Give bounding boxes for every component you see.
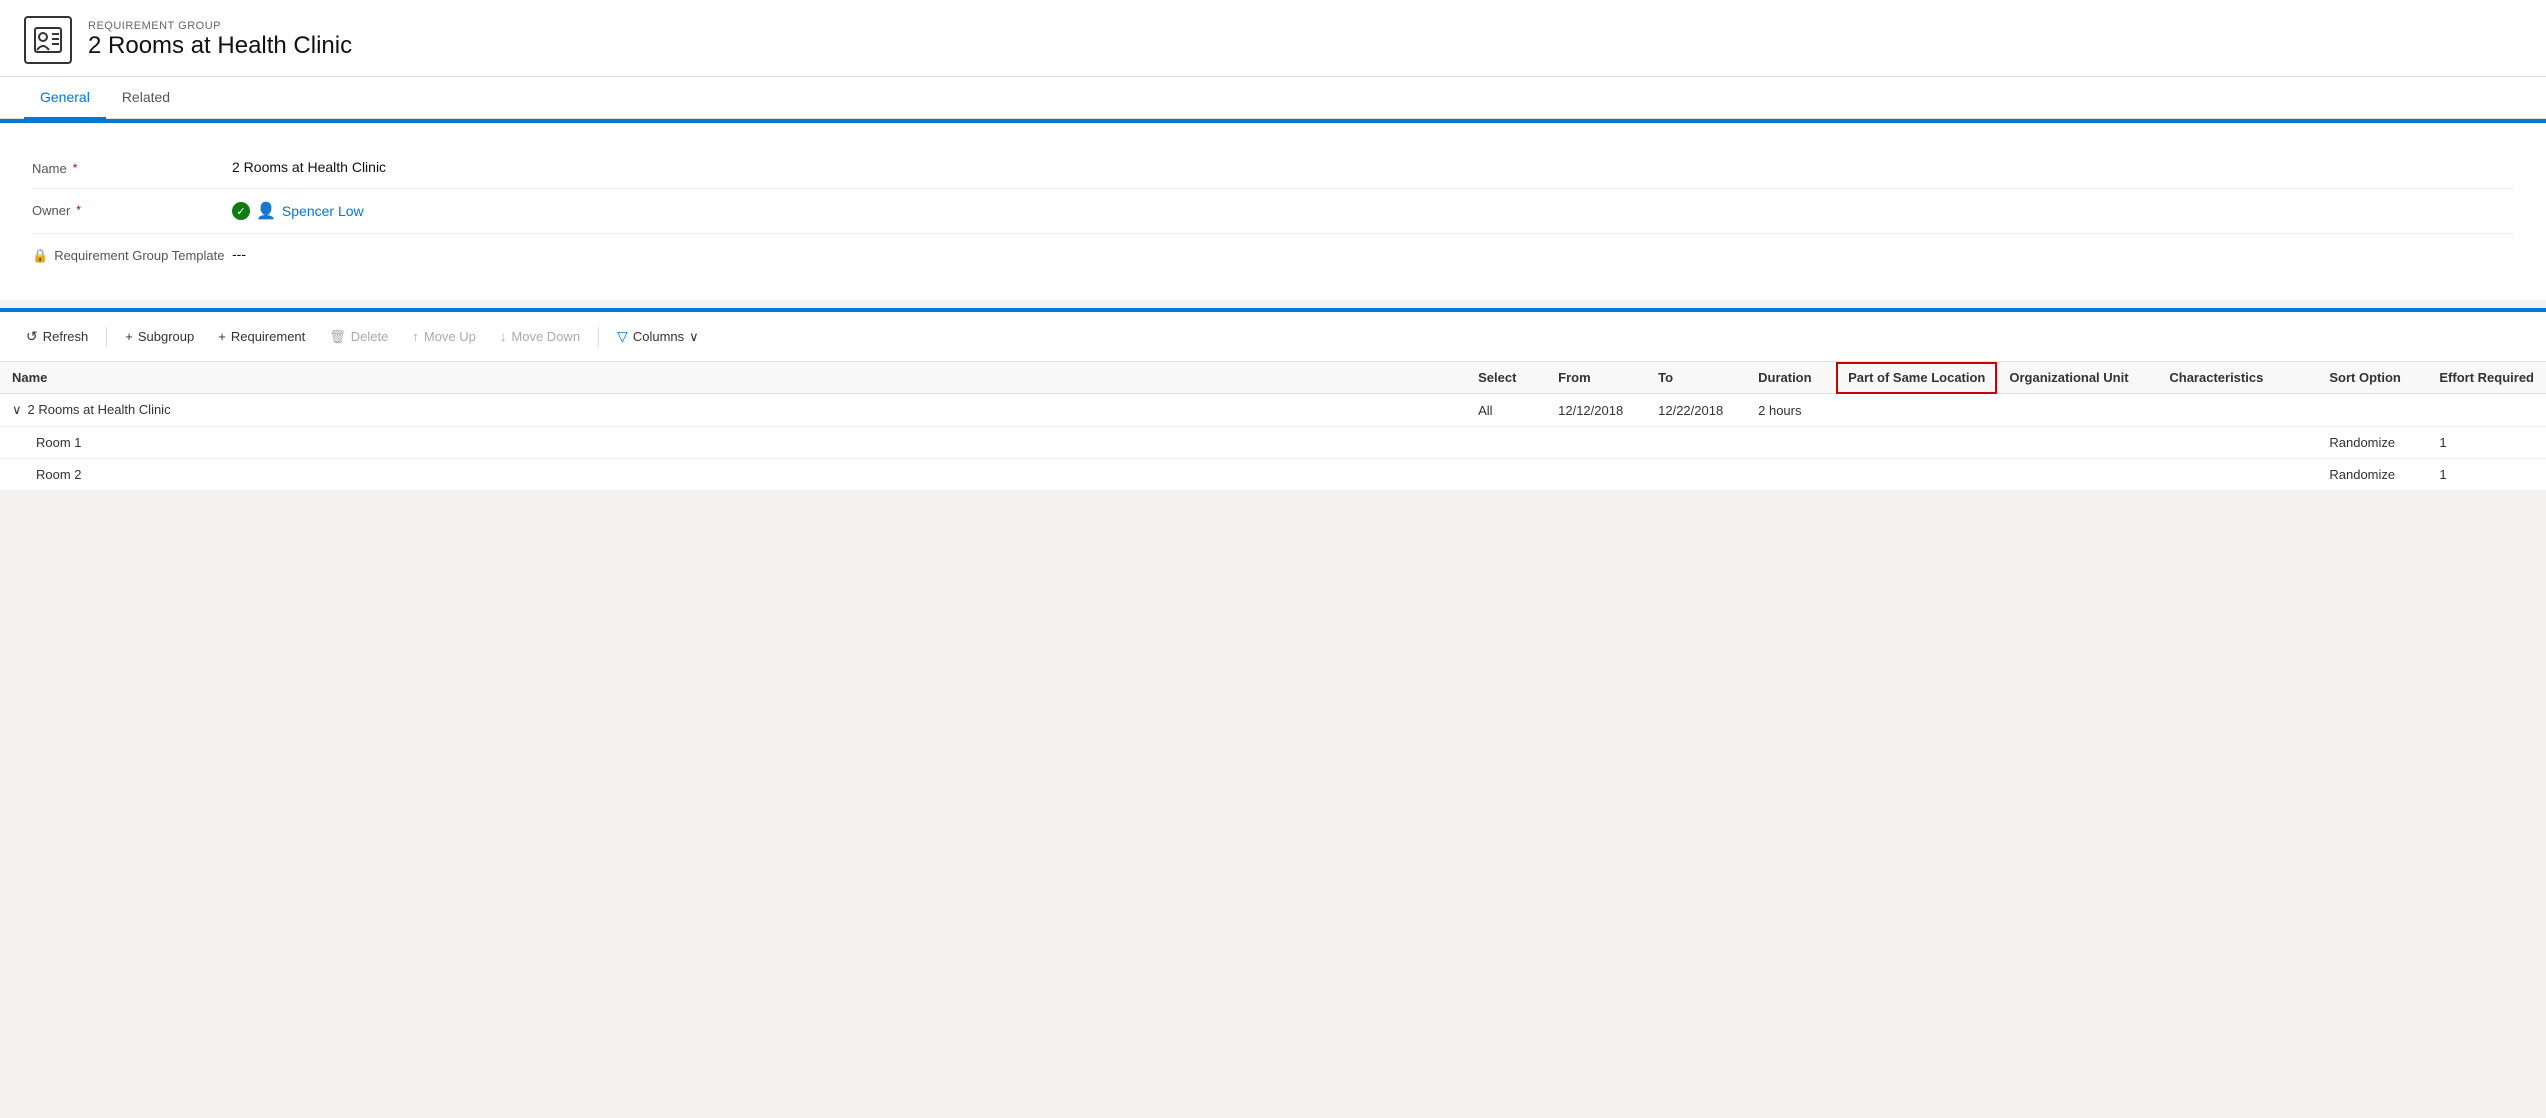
user-icon: 👤 (256, 201, 276, 221)
cell-effortrequired: 1 (2427, 427, 2546, 459)
col-header-from: From (1546, 362, 1646, 394)
col-header-select: Select (1466, 362, 1546, 394)
col-header-effort: Effort Required (2427, 362, 2546, 394)
grid-section: ↺ Refresh + Subgroup + Requirement 🗑 Del… (0, 308, 2546, 491)
cell-to (1646, 427, 1746, 459)
cell-effortrequired (2427, 394, 2546, 427)
cell-orgunit (1997, 427, 2157, 459)
subgroup-button[interactable]: + Subgroup (115, 323, 204, 350)
delete-icon: 🗑 (329, 329, 346, 345)
chevron-icon[interactable]: ∨ (12, 402, 22, 417)
col-header-orgunit: Organizational Unit (1997, 362, 2157, 394)
col-header-to: To (1646, 362, 1746, 394)
col-header-sort: Sort Option (2317, 362, 2427, 394)
cell-from: 12/12/2018 (1546, 394, 1646, 427)
entity-icon (24, 16, 72, 64)
cell-select (1466, 459, 1546, 491)
cell-characteristics (2157, 427, 2317, 459)
separator-1 (106, 327, 107, 347)
moveup-icon: ↑ (412, 329, 419, 344)
cell-name: Room 1 (0, 427, 1466, 459)
header-title: 2 Rooms at Health Clinic (88, 32, 352, 60)
label-name: Name * (32, 159, 232, 176)
plus-icon-requirement: + (218, 329, 226, 344)
cell-partofsame (1836, 394, 1997, 427)
form-row-name: Name * 2 Rooms at Health Clinic (32, 147, 2514, 189)
owner-name[interactable]: Spencer Low (282, 203, 364, 219)
value-template: --- (232, 246, 2514, 262)
movedown-button[interactable]: ↓ Move Down (490, 323, 590, 350)
page-header: REQUIREMENT GROUP 2 Rooms at Health Clin… (0, 0, 2546, 77)
col-header-char: Characteristics (2157, 362, 2317, 394)
grid-toolbar: ↺ Refresh + Subgroup + Requirement 🗑 Del… (0, 312, 2546, 362)
col-header-partofsame: Part of Same Location (1836, 362, 1997, 394)
cell-to (1646, 459, 1746, 491)
form-row-owner: Owner * ✓ 👤 Spencer Low (32, 189, 2514, 234)
cell-orgunit (1997, 394, 2157, 427)
cell-characteristics (2157, 394, 2317, 427)
cell-orgunit (1997, 459, 2157, 491)
separator-2 (598, 327, 599, 347)
cell-from (1546, 459, 1646, 491)
chevron-down-icon: ∨ (689, 329, 699, 345)
cell-duration (1746, 459, 1836, 491)
cell-characteristics (2157, 459, 2317, 491)
cell-name: ∨2 Rooms at Health Clinic (0, 394, 1466, 427)
cell-select (1466, 427, 1546, 459)
tab-related[interactable]: Related (106, 77, 186, 119)
cell-sortoption (2317, 394, 2427, 427)
header-subtitle: REQUIREMENT GROUP (88, 20, 352, 32)
cell-from (1546, 427, 1646, 459)
tab-general[interactable]: General (24, 77, 106, 119)
refresh-icon: ↺ (26, 328, 38, 345)
columns-button[interactable]: ▽ Columns ∨ (607, 322, 709, 351)
header-text: REQUIREMENT GROUP 2 Rooms at Health Clin… (88, 20, 352, 60)
cell-partofsame (1836, 427, 1997, 459)
filter-icon: ▽ (617, 328, 628, 345)
lock-icon: 🔒 (32, 248, 48, 264)
cell-to: 12/22/2018 (1646, 394, 1746, 427)
form-row-template: 🔒 Requirement Group Template --- (32, 234, 2514, 276)
form-section: Name * 2 Rooms at Health Clinic Owner * … (0, 123, 2546, 300)
cell-select: All (1466, 394, 1546, 427)
table-row[interactable]: Room 2 Randomize1 (0, 459, 2546, 491)
grid-table: Name Select From To Duration Part of Sam… (0, 362, 2546, 491)
requirement-button[interactable]: + Requirement (208, 323, 315, 350)
movedown-icon: ↓ (500, 329, 507, 344)
label-template: 🔒 Requirement Group Template (32, 246, 232, 264)
refresh-button[interactable]: ↺ Refresh (16, 322, 98, 351)
plus-icon-subgroup: + (125, 329, 133, 344)
check-icon: ✓ (232, 202, 250, 220)
required-star: * (73, 161, 78, 175)
label-owner: Owner * (32, 201, 232, 218)
cell-duration: 2 hours (1746, 394, 1836, 427)
value-name[interactable]: 2 Rooms at Health Clinic (232, 159, 2514, 175)
cell-sortoption: Randomize (2317, 427, 2427, 459)
cell-sortoption: Randomize (2317, 459, 2427, 491)
cell-name: Room 2 (0, 459, 1466, 491)
table-row[interactable]: ∨2 Rooms at Health ClinicAll12/12/201812… (0, 394, 2546, 427)
cell-partofsame (1836, 459, 1997, 491)
required-star-owner: * (76, 203, 81, 217)
col-header-duration: Duration (1746, 362, 1836, 394)
moveup-button[interactable]: ↑ Move Up (402, 323, 486, 350)
value-owner[interactable]: ✓ 👤 Spencer Low (232, 201, 2514, 221)
table-header-row: Name Select From To Duration Part of Sam… (0, 362, 2546, 394)
cell-effortrequired: 1 (2427, 459, 2546, 491)
table-row[interactable]: Room 1 Randomize1 (0, 427, 2546, 459)
tabs-bar: General Related (0, 77, 2546, 119)
cell-duration (1746, 427, 1836, 459)
col-header-name: Name (0, 362, 1466, 394)
delete-button[interactable]: 🗑 Delete (319, 323, 398, 351)
